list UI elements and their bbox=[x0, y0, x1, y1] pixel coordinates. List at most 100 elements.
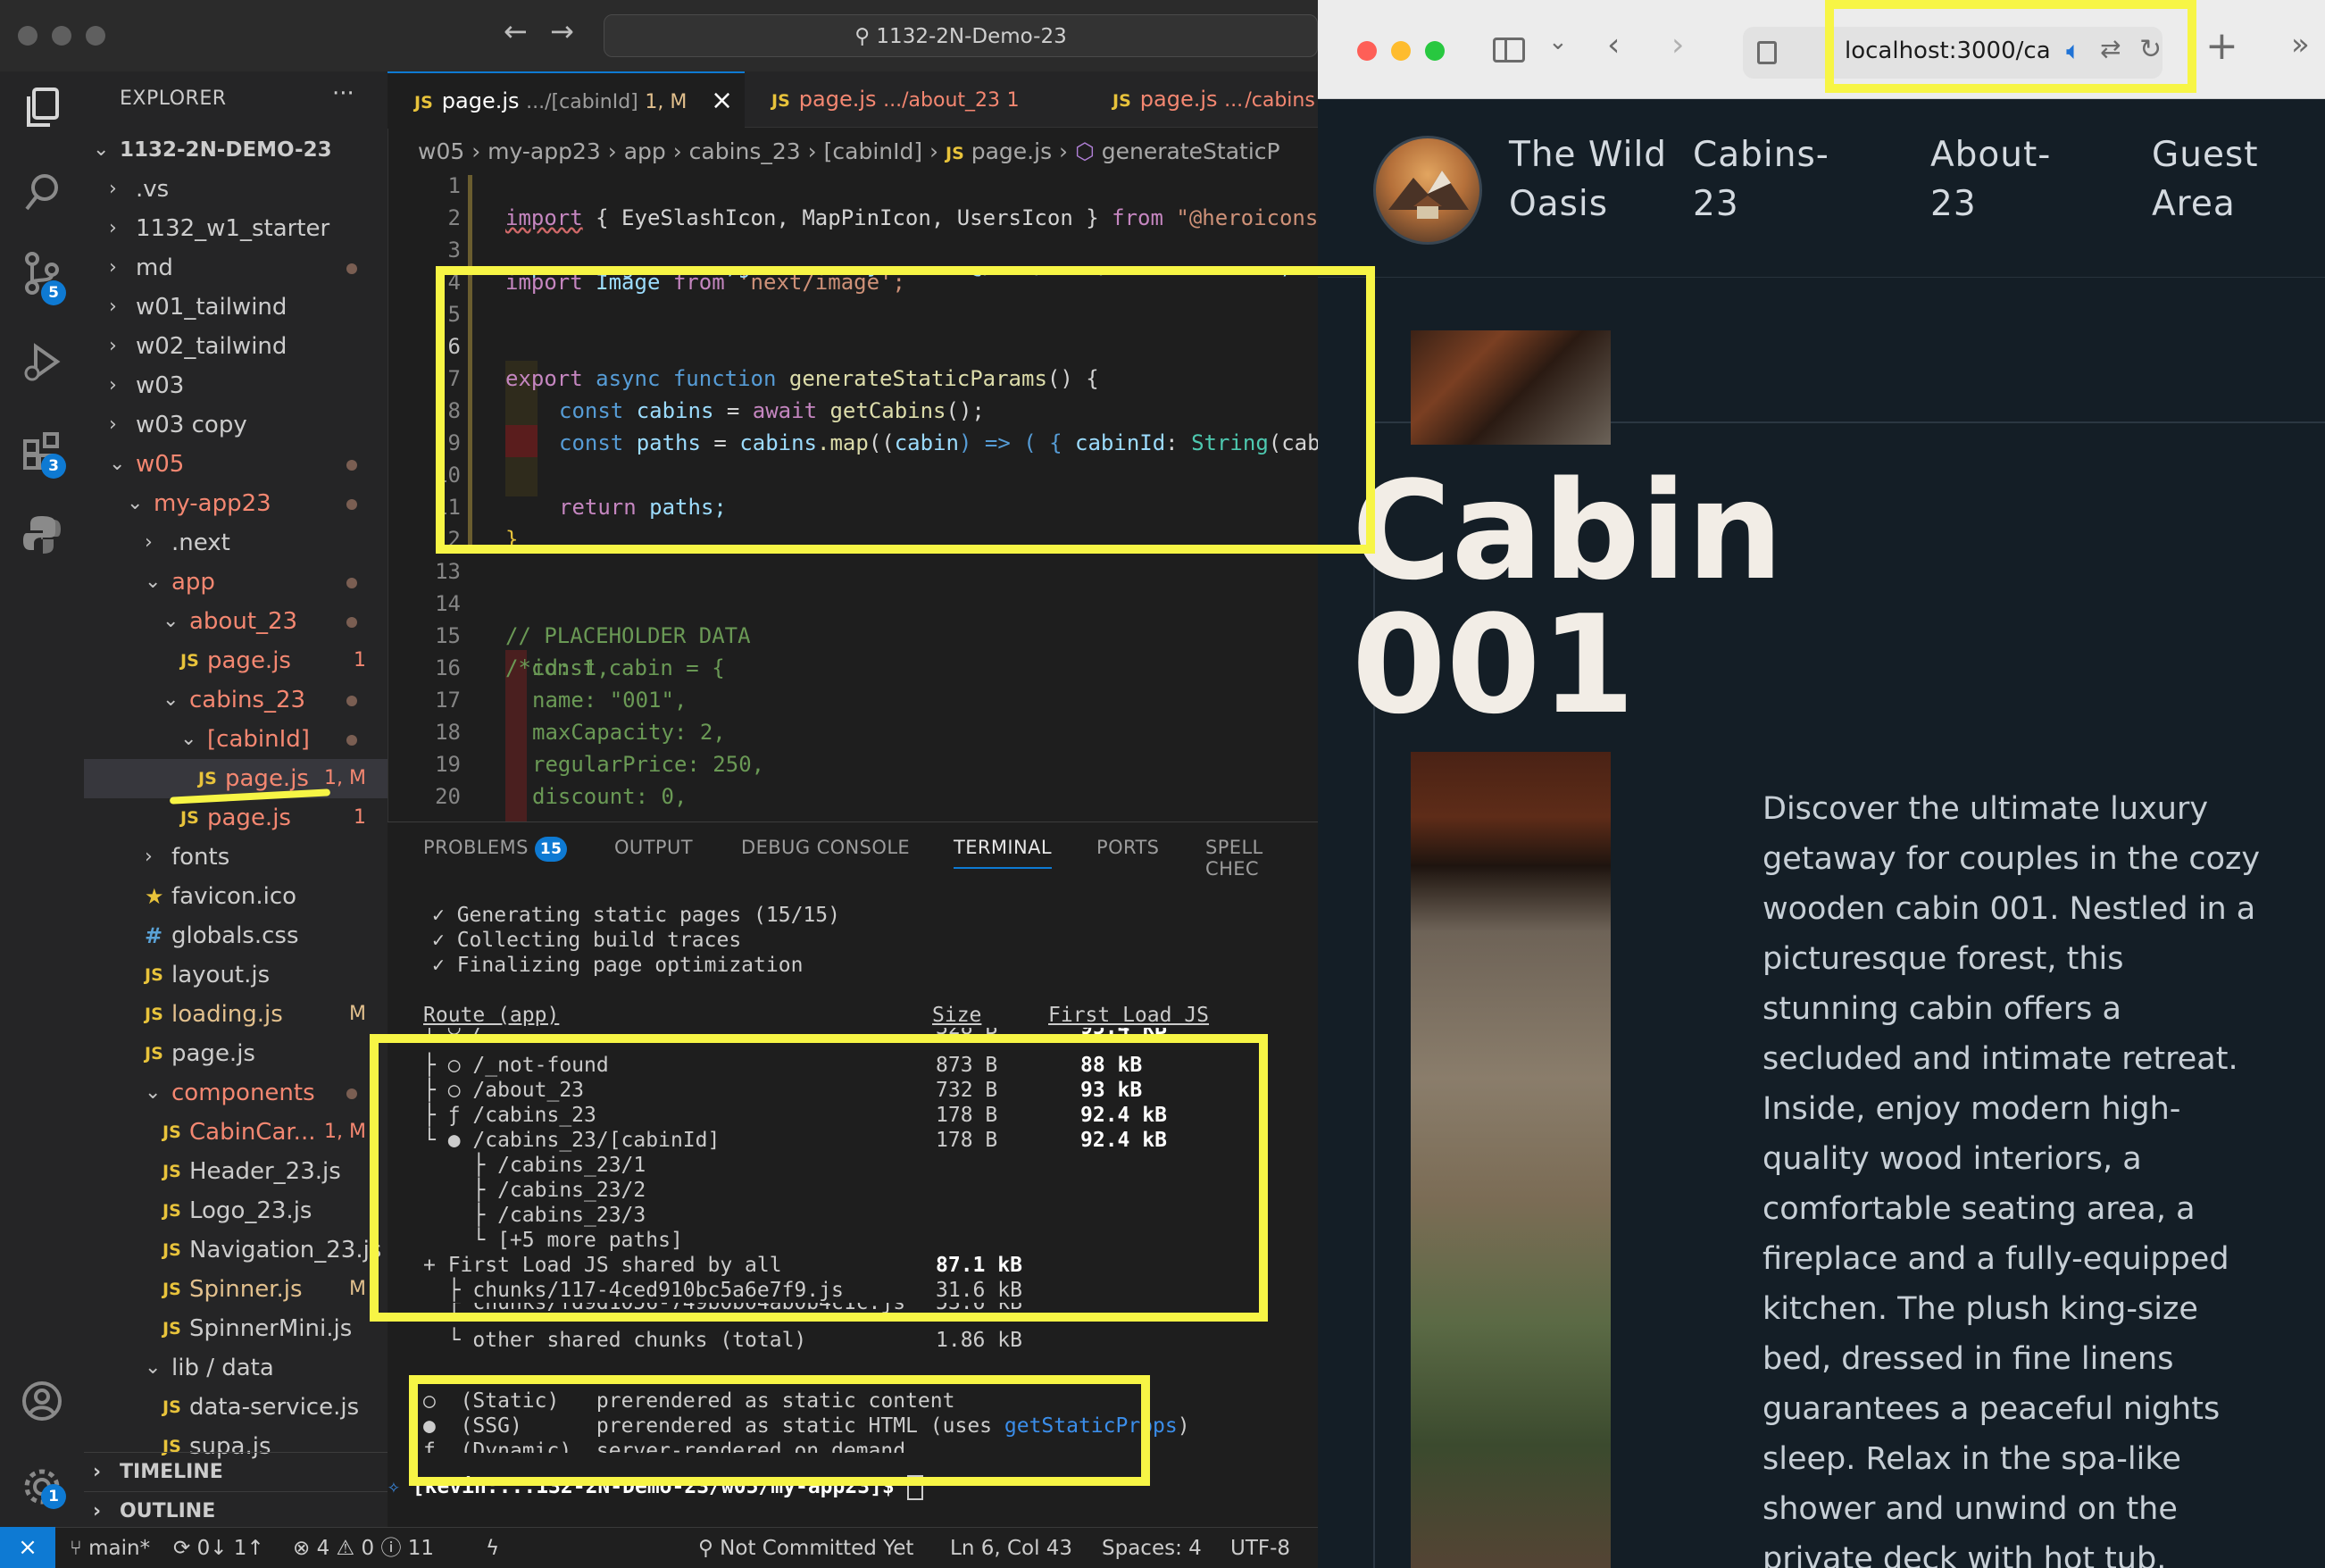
tree-item[interactable]: ★ favicon.ico bbox=[84, 877, 388, 916]
nav-link-about[interactable]: About- 23 bbox=[1930, 130, 2051, 229]
wild-oasis-logo[interactable] bbox=[1373, 136, 1482, 245]
tree-item[interactable]: JS page.js 1 bbox=[84, 798, 388, 838]
tree-item-label: Logo_23.js bbox=[189, 1197, 312, 1224]
tree-item[interactable]: JS Navigation_23.js bbox=[84, 1230, 388, 1270]
tree-item[interactable]: JS data-service.js bbox=[84, 1388, 388, 1427]
python-icon[interactable] bbox=[20, 513, 64, 557]
chevron-down-icon: ⌄ bbox=[162, 688, 179, 711]
indentation[interactable]: Spaces: 4 bbox=[1102, 1528, 1202, 1568]
javascript-file-icon: JS bbox=[162, 1397, 181, 1417]
tree-item[interactable]: › fonts bbox=[84, 838, 388, 877]
tree-item[interactable]: JS Header_23.js bbox=[84, 1152, 388, 1191]
search-icon[interactable] bbox=[20, 170, 64, 214]
tab-terminal[interactable]: TERMINAL bbox=[954, 837, 1052, 869]
file-status-badge: 1, M bbox=[324, 1121, 366, 1143]
forward-icon[interactable]: › bbox=[1671, 27, 1684, 63]
more-actions-icon[interactable]: ··· bbox=[332, 80, 354, 107]
explorer-files-icon[interactable] bbox=[20, 86, 64, 130]
chevron-down-icon: ⌄ bbox=[145, 1356, 162, 1379]
branch-item[interactable]: ⑂ main* bbox=[70, 1528, 150, 1568]
chevron-right-icon: › bbox=[109, 335, 117, 357]
encoding[interactable]: UTF-8 bbox=[1230, 1528, 1290, 1568]
tree-item[interactable]: ⌄ components bbox=[84, 1073, 388, 1113]
tree-item[interactable]: ⌄ about_23 bbox=[84, 602, 388, 641]
tree-item[interactable]: ⌄ lib / data bbox=[84, 1348, 388, 1388]
breadcrumb-item[interactable]: app bbox=[624, 138, 666, 164]
tab-spell-checker[interactable]: SPELL CHEC bbox=[1205, 837, 1318, 880]
tree-item[interactable]: JS page.js 1 bbox=[84, 641, 388, 680]
back-arrow-icon[interactable]: ← bbox=[504, 14, 528, 48]
file-status-badge: M bbox=[349, 1003, 366, 1025]
tab-debug-console[interactable]: DEBUG CONSOLE bbox=[741, 837, 910, 858]
modified-dot bbox=[346, 1088, 357, 1099]
tree-item[interactable]: › w03 bbox=[84, 366, 388, 405]
minimize-window-button[interactable] bbox=[52, 26, 71, 46]
close-window-button[interactable] bbox=[1357, 41, 1377, 61]
breadcrumb-item[interactable]: [cabinId] bbox=[824, 138, 922, 164]
vscode-window: ← → ⚲ 1132-2N-Demo-23 5 3 1 EXPLORER ···… bbox=[0, 0, 1318, 1568]
modified-dot bbox=[346, 460, 357, 471]
nav-link-guest-area[interactable]: Guest Area bbox=[2152, 130, 2259, 229]
tree-item[interactable]: › .next bbox=[84, 523, 388, 563]
chevron-right-icon: › bbox=[109, 413, 117, 436]
breadcrumb-item[interactable]: generateStaticP bbox=[1102, 138, 1280, 164]
nav-link-cabins[interactable]: Cabins- 23 bbox=[1693, 130, 1829, 229]
tree-item[interactable]: JS page.js bbox=[84, 1034, 388, 1073]
tab-cabinid-page[interactable]: JS page.js .../[cabinId] 1, M × bbox=[388, 71, 745, 129]
tree-item[interactable]: › w03 copy bbox=[84, 405, 388, 445]
breadcrumb-item[interactable]: w05 bbox=[388, 138, 464, 164]
lightning-icon[interactable]: ϟ bbox=[486, 1528, 499, 1568]
forward-arrow-icon[interactable]: → bbox=[550, 14, 574, 48]
sync-item[interactable]: ⟳ 0↓ 1↑ bbox=[173, 1528, 264, 1568]
tree-item[interactable]: JS loading.js M bbox=[84, 995, 388, 1034]
tree-item[interactable]: JS SpinnerMini.js bbox=[84, 1309, 388, 1348]
root-folder[interactable]: ⌄ 1132-2N-DEMO-23 bbox=[84, 130, 388, 170]
tree-item[interactable]: ⌄ [cabinId] bbox=[84, 720, 388, 759]
tree-item[interactable]: ⌄ cabins_23 bbox=[84, 680, 388, 720]
tab-output[interactable]: OUTPUT bbox=[614, 837, 693, 858]
tree-item[interactable]: ⌄ w05 bbox=[84, 445, 388, 484]
cursor-position[interactable]: Ln 6, Col 43 bbox=[950, 1528, 1072, 1568]
tab-overview-chevron-icon[interactable]: » bbox=[2291, 27, 2310, 63]
breadcrumb-item[interactable]: cabins_23 bbox=[689, 138, 801, 164]
maximize-window-button[interactable] bbox=[1425, 41, 1445, 61]
remote-indicator-icon[interactable]: ⨯ bbox=[0, 1527, 55, 1568]
command-center[interactable]: ⚲ 1132-2N-Demo-23 bbox=[604, 14, 1318, 57]
outline-section[interactable]: › OUTLINE bbox=[84, 1491, 388, 1531]
tree-item[interactable]: # globals.css bbox=[84, 916, 388, 955]
tree-item[interactable]: JS Logo_23.js bbox=[84, 1191, 388, 1230]
tree-item[interactable]: JS CabinCar... 1, M bbox=[84, 1113, 388, 1152]
tree-item[interactable]: JS layout.js bbox=[84, 955, 388, 995]
tree-item[interactable]: ⌄ app bbox=[84, 563, 388, 602]
tree-item[interactable]: › w01_tailwind bbox=[84, 288, 388, 327]
back-icon[interactable]: ‹ bbox=[1607, 27, 1620, 63]
tree-item[interactable]: ⌄ my-app23 bbox=[84, 484, 388, 523]
account-icon[interactable] bbox=[20, 1379, 64, 1423]
close-tab-icon[interactable]: × bbox=[711, 73, 733, 129]
tree-item-label: page.js bbox=[207, 647, 291, 674]
tree-item[interactable]: › md bbox=[84, 248, 388, 288]
tab-problems[interactable]: PROBLEMS 15 bbox=[423, 837, 568, 862]
problems-item[interactable]: ⊗ 4 ⚠ 0 ⓘ 11 bbox=[293, 1528, 434, 1568]
maximize-window-button[interactable] bbox=[86, 26, 105, 46]
tree-item[interactable]: › 1132_w1_starter bbox=[84, 209, 388, 248]
site-name[interactable]: The Wild Oasis bbox=[1509, 130, 1667, 229]
reader-page-icon[interactable] bbox=[1757, 41, 1777, 64]
chevron-down-icon[interactable]: ⌄ bbox=[1548, 29, 1568, 55]
sidebar-toggle-icon[interactable] bbox=[1493, 38, 1525, 63]
tree-item[interactable]: › w02_tailwind bbox=[84, 327, 388, 366]
breadcrumb-item[interactable]: page.js bbox=[971, 138, 1052, 164]
run-debug-icon[interactable] bbox=[20, 339, 64, 384]
tab-about-page[interactable]: JS page.js .../about_23 1 bbox=[771, 71, 1048, 127]
tab-ports[interactable]: PORTS bbox=[1096, 837, 1159, 858]
tree-item[interactable]: JS Spinner.js M bbox=[84, 1270, 388, 1309]
close-window-button[interactable] bbox=[18, 26, 38, 46]
timeline-section[interactable]: › TIMELINE bbox=[84, 1452, 388, 1492]
breadcrumb-item[interactable]: my-app23 bbox=[488, 138, 601, 164]
new-tab-plus-icon[interactable]: + bbox=[2205, 23, 2238, 69]
tree-item[interactable]: JS page.js 1, M bbox=[84, 759, 388, 798]
minimize-window-button[interactable] bbox=[1391, 41, 1411, 61]
blame-item[interactable]: ⚲ Not Committed Yet bbox=[698, 1528, 913, 1568]
tree-item[interactable]: › .vs bbox=[84, 170, 388, 209]
tab-cabins-page[interactable]: JS page.js ... /cabins bbox=[1112, 71, 1318, 127]
